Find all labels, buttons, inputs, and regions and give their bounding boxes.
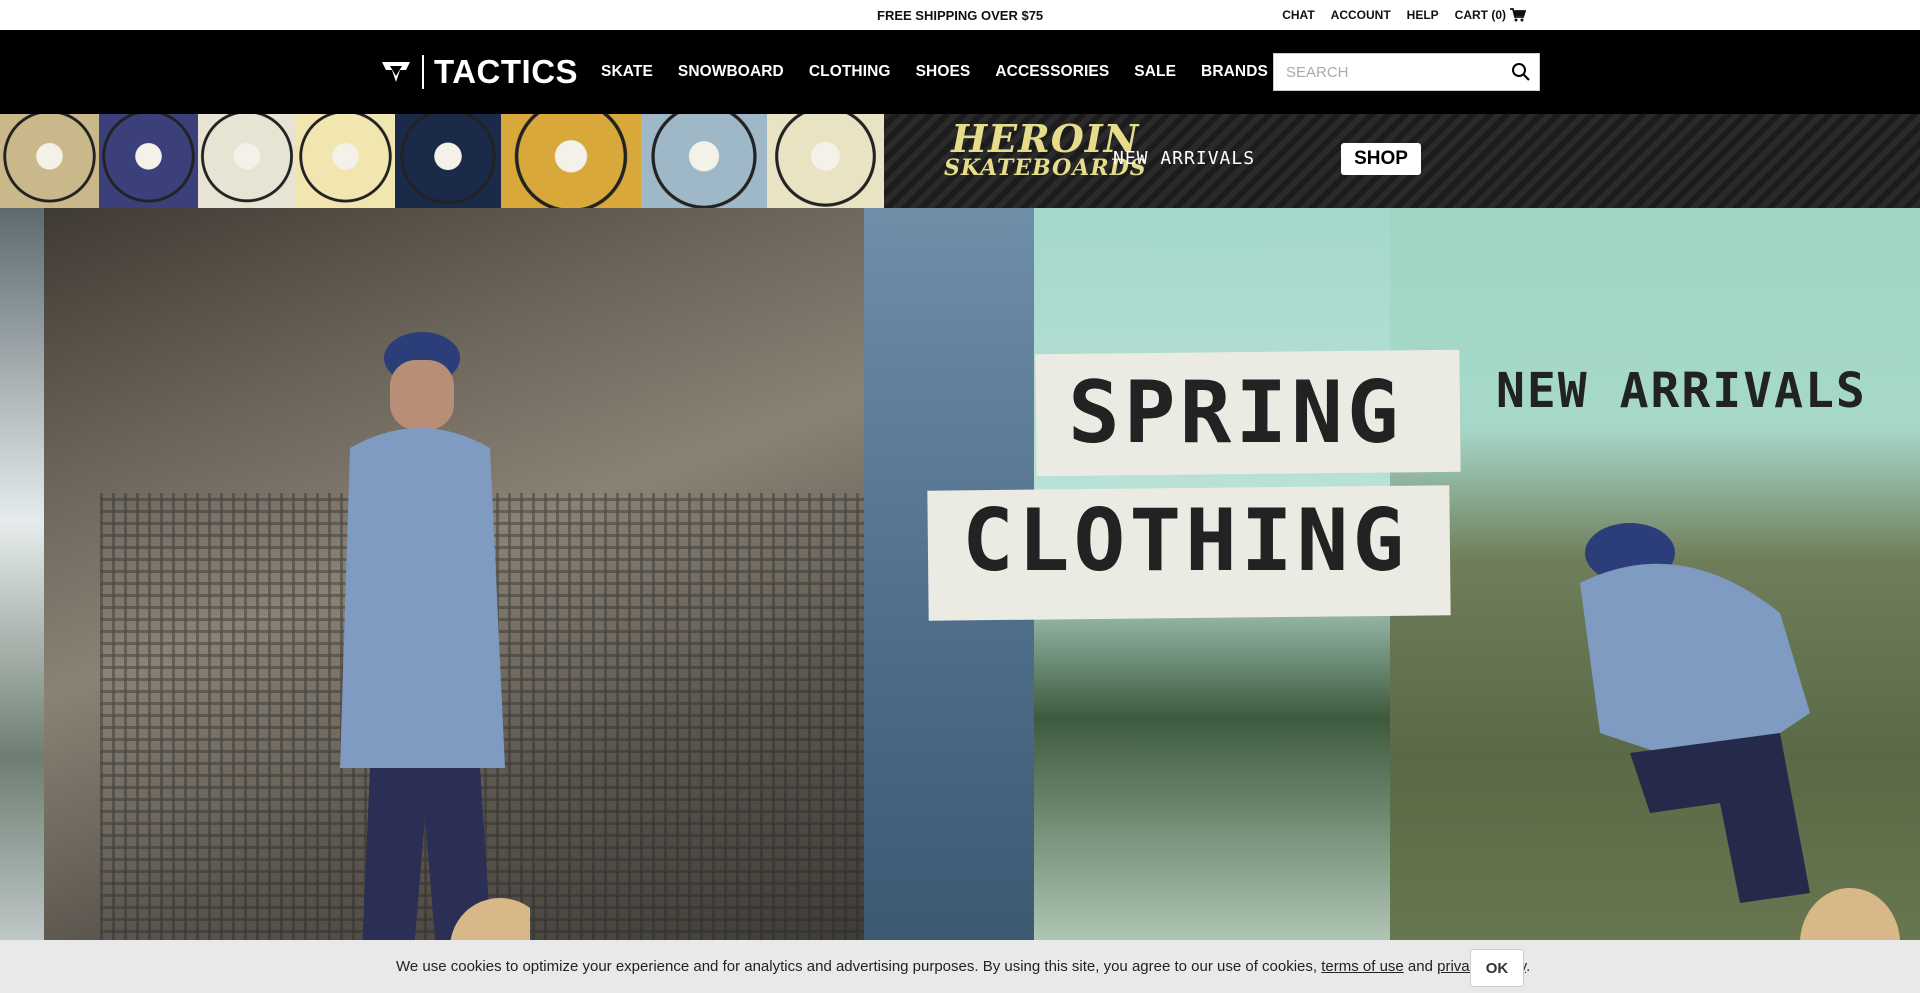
hero-model-crouching [1580, 523, 1900, 993]
hero-new-arrivals: NEW ARRIVALS [1496, 363, 1867, 419]
chat-link[interactable]: CHAT [1282, 8, 1314, 22]
logo-wordmark: TACTICS [434, 53, 579, 90]
hero-headline-line2: CLOTHING [962, 491, 1409, 591]
account-link[interactable]: ACCOUNT [1331, 8, 1391, 22]
cart-link[interactable]: CART (0) [1455, 8, 1526, 22]
spring-clothing-hero[interactable]: SPRING CLOTHING NEW ARRIVALS [0, 208, 1920, 993]
utility-links: CHAT ACCOUNT HELP CART (0) [1282, 8, 1526, 22]
search-input[interactable] [1284, 63, 1508, 82]
skateboard-graphic-tile [98, 114, 198, 208]
skateboard-graphic-tile [0, 114, 99, 208]
tactics-logo[interactable]: TACTICS [380, 53, 578, 91]
help-link[interactable]: HELP [1407, 8, 1439, 22]
cookie-and: and [1403, 958, 1438, 975]
hero-headline-line1: SPRING [1068, 363, 1403, 463]
utility-bar: FREE SHIPPING OVER $75 CHAT ACCOUNT HELP… [0, 0, 1920, 30]
cart-label: CART (0) [1454, 8, 1506, 22]
tactics-logo-icon [382, 62, 410, 82]
skateboard-graphic-tile [767, 114, 885, 208]
logo-divider [422, 55, 424, 89]
nav-sale[interactable]: SALE [1134, 63, 1176, 81]
heroin-promo-banner[interactable]: HEROIN SKATEBOARDS NEW ARRIVALS SHOP [0, 114, 1920, 208]
main-nav: TACTICS SKATE SNOWBOARD CLOTHING SHOES A… [0, 30, 1920, 114]
skateboard-graphic-tile [395, 114, 502, 208]
skateboard-graphic-tile [197, 114, 297, 208]
nav-brands[interactable]: BRANDS [1201, 63, 1268, 81]
search-icon[interactable] [1511, 62, 1531, 82]
search-box [1273, 53, 1540, 91]
hero-model-walking-dog [340, 332, 530, 993]
cart-icon [1510, 8, 1526, 22]
skateboard-graphic-tile [501, 114, 642, 208]
promo-shop-button[interactable]: SHOP [1341, 143, 1421, 175]
cookie-ok-button[interactable]: OK [1470, 949, 1524, 987]
cookie-text: We use cookies to optimize your experien… [396, 958, 1322, 975]
skateboard-graphic-tile [641, 114, 768, 208]
nav-accessories[interactable]: ACCESSORIES [995, 63, 1109, 81]
hero-photo-strip-left [0, 208, 44, 993]
nav-skate[interactable]: SKATE [601, 63, 653, 81]
cookie-consent-bar: We use cookies to optimize your experien… [0, 940, 1920, 993]
nav-snowboard[interactable]: SNOWBOARD [678, 63, 784, 81]
category-menu: SKATE SNOWBOARD CLOTHING SHOES ACCESSORI… [601, 63, 1293, 81]
skateboard-graphics-strip [0, 114, 885, 208]
promo-tagline: NEW ARRIVALS [1113, 148, 1256, 169]
nav-shoes[interactable]: SHOES [916, 63, 971, 81]
free-shipping-notice: FREE SHIPPING OVER $75 [877, 8, 1044, 23]
nav-clothing[interactable]: CLOTHING [809, 63, 891, 81]
cookie-message: We use cookies to optimize your experien… [396, 958, 1530, 975]
skateboard-graphic-tile [296, 114, 396, 208]
cookie-period: . [1526, 958, 1531, 975]
terms-of-use-link[interactable]: terms of use [1321, 958, 1404, 975]
